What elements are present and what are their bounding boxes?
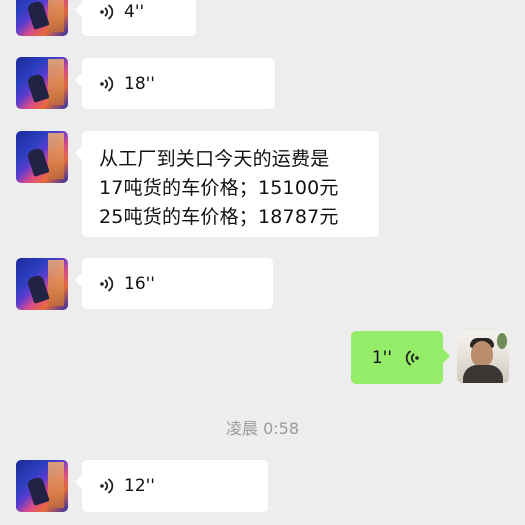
voice-duration: 1''	[371, 347, 392, 368]
contact-avatar[interactable]	[16, 0, 68, 36]
message-text-line: 25吨货的车价格；18787元	[99, 206, 339, 228]
text-message[interactable]: 从工厂到关口今天的运费是 17吨货的车价格；15100元 25吨货的车价格；18…	[82, 131, 379, 237]
voice-wave-icon	[99, 477, 115, 495]
avatar-body	[463, 365, 503, 383]
voice-message-content: 12''	[82, 460, 268, 512]
avatar-face	[471, 341, 493, 367]
chat-conversation: 4'' 18'' 从工厂到关口今天的运费是 17吨货的车价格；15100元 25…	[0, 0, 525, 525]
avatar-background-tree	[497, 333, 507, 349]
voice-message-content: 16''	[82, 258, 273, 309]
voice-message[interactable]: 12''	[82, 460, 268, 512]
voice-duration: 18''	[124, 73, 155, 94]
voice-message[interactable]: 4''	[82, 0, 196, 36]
voice-duration: 16''	[124, 273, 155, 294]
user-avatar[interactable]	[457, 331, 509, 383]
voice-message[interactable]: 16''	[82, 258, 273, 309]
voice-wave-icon	[99, 75, 115, 93]
voice-message-content: 18''	[82, 58, 275, 109]
chat-timestamp: 凌晨 0:58	[225, 419, 300, 438]
message-text-line: 从工厂到关口今天的运费是	[99, 148, 330, 170]
voice-duration: 12''	[124, 476, 155, 496]
voice-message-content: 1''	[351, 331, 443, 384]
voice-message[interactable]: 1''	[351, 331, 443, 384]
contact-avatar[interactable]	[16, 460, 68, 512]
voice-message[interactable]: 18''	[82, 58, 275, 109]
voice-wave-icon	[404, 349, 420, 367]
contact-avatar[interactable]	[16, 57, 68, 109]
voice-wave-icon	[99, 3, 115, 21]
contact-avatar[interactable]	[16, 131, 68, 183]
voice-duration: 4''	[124, 2, 145, 22]
contact-avatar[interactable]	[16, 258, 68, 310]
voice-message-content: 4''	[82, 0, 196, 36]
voice-wave-icon	[99, 275, 115, 293]
message-text-line: 17吨货的车价格；15100元	[99, 177, 339, 199]
